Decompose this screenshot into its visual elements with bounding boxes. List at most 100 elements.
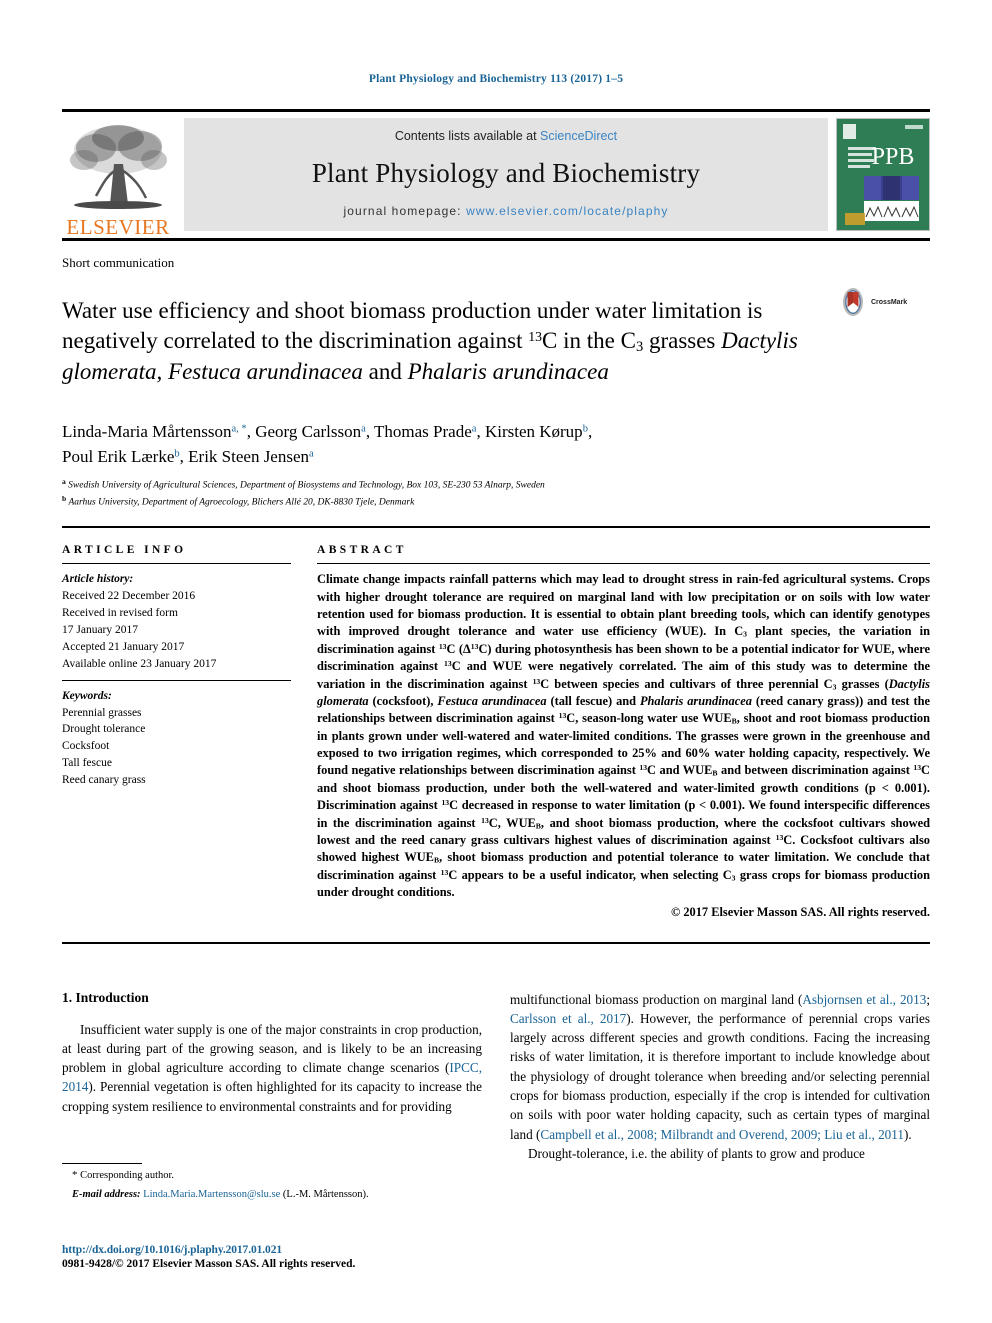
abs-seg: C, WUE	[488, 815, 536, 830]
history-item: Received 22 December 2016	[62, 590, 196, 603]
intro-text: Insufficient water supply is one of the …	[62, 1021, 482, 1076]
svg-text:PPB: PPB	[872, 144, 915, 170]
history-item: 17 January 2017	[62, 623, 139, 636]
corresponding-author-note: * Corresponding author.	[62, 1167, 468, 1184]
abstract-rule	[317, 563, 930, 565]
affiliation-marker-a: a	[62, 476, 66, 486]
abs-seg: grasses (	[836, 676, 889, 691]
abstract-body: Climate change impacts rainfall patterns…	[317, 571, 930, 901]
keywords-rule	[62, 679, 291, 681]
intro-text: ).	[903, 1126, 912, 1142]
body-left-column: 1. Introduction Insufficient water suppl…	[62, 990, 482, 1163]
abs-sup: 13	[481, 815, 489, 825]
affiliation-b: b Aarhus University, Department of Agroe…	[62, 493, 930, 510]
abs-seg: and between discrimination against	[717, 763, 914, 778]
abs-seg: C between species and cultivars of three…	[540, 676, 833, 691]
title-species-2: Phalaris arundinacea	[407, 359, 609, 385]
crossmark-icon	[843, 288, 863, 316]
keyword-item: Tall fescue	[62, 757, 112, 770]
email-label: E-mail address:	[72, 1188, 141, 1200]
intro-text: multifunctional biomass production on ma…	[510, 991, 803, 1007]
abs-sup: 13	[444, 659, 452, 669]
title-segment-3: grasses	[643, 328, 722, 354]
crossmark-label: CrossMark	[871, 298, 908, 306]
citation-link[interactable]: Carlsson et al., 2017	[510, 1011, 626, 1026]
journal-homepage-link[interactable]: www.elsevier.com/locate/plaphy	[466, 204, 668, 218]
intro-paragraph-2: Drought-tolerance, i.e. the ability of p…	[528, 1145, 865, 1161]
affiliation-a: a Swedish University of Agricultural Sci…	[62, 476, 930, 493]
abs-seg: C and WUE	[647, 763, 713, 778]
page-title: Water use efficiency and shoot biomass p…	[62, 296, 838, 387]
abstract-bottom-rule	[62, 941, 930, 944]
article-history-block: Article history: Received 22 December 20…	[62, 571, 291, 672]
email-link[interactable]: Linda.Maria.Martensson@slu.se	[143, 1189, 280, 1200]
abstract-copyright: © 2017 Elsevier Masson SAS. All rights r…	[670, 904, 930, 919]
article-type-label: Short communication	[62, 255, 175, 270]
intro-paragraph-left: Insufficient water supply is one of the …	[62, 1020, 482, 1116]
affiliation-a-text: Swedish University of Agricultural Scien…	[68, 480, 545, 491]
abs-sup: 13	[913, 763, 922, 773]
abs-seg: (tall fescue) and	[546, 693, 640, 708]
abs-species: Phalaris arundinacea	[639, 693, 752, 708]
author-name: Poul Erik Lærke	[62, 446, 175, 466]
author-list: Linda-Maria Mårtenssona, *, Georg Carlss…	[62, 421, 593, 466]
corresponding-author-text: Corresponding author.	[80, 1170, 175, 1181]
keyword-item: Reed canary grass	[62, 774, 146, 787]
title-superscript-13: 13	[528, 329, 543, 345]
affiliations: a Swedish University of Agricultural Sci…	[62, 476, 930, 510]
journal-cover-thumbnail[interactable]: PPB	[836, 118, 930, 231]
crossmark-badge[interactable]: CrossMark	[838, 281, 930, 317]
author-name: Linda-Maria Mårtensson	[62, 421, 232, 441]
citation-link[interactable]: Asbjornsen et al., 2013	[802, 992, 926, 1007]
abs-species: Festuca arundinacea	[437, 693, 547, 708]
journal-band: Contents lists available at ScienceDirec…	[184, 118, 828, 231]
body-columns: 1. Introduction Insufficient water suppl…	[62, 990, 930, 1163]
citation-link[interactable]: Campbell et al., 2008; Milbrandt and Ove…	[540, 1127, 904, 1142]
doi-link[interactable]: http://dx.doi.org/10.1016/j.plaphy.2017.…	[62, 1244, 542, 1256]
intro-paragraph-right: multifunctional biomass production on ma…	[510, 990, 930, 1144]
title-segment-2: C in the C	[542, 328, 636, 354]
abs-sup: 13	[438, 641, 447, 651]
contents-prefix: Contents lists available at	[394, 129, 541, 143]
title-row: Water use efficiency and shoot biomass p…	[62, 281, 930, 403]
elsevier-wordmark: ELSEVIER	[66, 215, 170, 239]
author-affil-marker: a	[309, 448, 314, 460]
email-note: E-mail address: Linda.Maria.Martensson@s…	[62, 1187, 468, 1203]
title-segment-4: and	[362, 359, 408, 385]
history-item: Accepted 21 January 2017	[62, 640, 185, 653]
journal-masthead: ELSEVIER Contents lists available at Sci…	[62, 112, 930, 238]
article-info-rule	[62, 563, 291, 565]
keyword-item: Perennial grasses	[62, 706, 142, 719]
keyword-item: Cocksfoot	[62, 740, 110, 753]
history-item: Available online 23 January 2017	[62, 657, 217, 670]
keywords-block: Keywords: Perennial grasses Drought tole…	[62, 688, 291, 789]
running-head: Plant Physiology and Biochemistry 113 (2…	[368, 73, 624, 85]
article-history-label: Article history:	[62, 573, 134, 586]
abs-seg: C, season-long water use WUE	[566, 711, 732, 726]
section-heading-introduction: 1. Introduction	[62, 989, 149, 1005]
history-item: Received in revised form	[62, 607, 178, 620]
abs-sup: 13	[639, 763, 648, 773]
author-affil-marker: a	[361, 423, 366, 435]
article-info-heading: ARTICLE INFO	[62, 544, 187, 557]
info-top-rule	[62, 526, 930, 529]
info-abstract-section: ARTICLE INFO Article history: Received 2…	[62, 544, 930, 919]
abs-seg: (cocksfoot),	[368, 693, 438, 708]
footer-block: http://dx.doi.org/10.1016/j.plaphy.2017.…	[62, 1244, 542, 1270]
sciencedirect-link[interactable]: ScienceDirect	[540, 129, 617, 143]
affiliation-b-text: Aarhus University, Department of Agroeco…	[68, 497, 415, 508]
article-first-page: Plant Physiology and Biochemistry 113 (2…	[0, 0, 992, 1323]
abstract-column: ABSTRACT Climate change impacts rainfall…	[317, 544, 930, 919]
issn-copyright: 0981-9428/© 2017 Elsevier Masson SAS. Al…	[62, 1258, 356, 1270]
journal-homepage-line: journal homepage: www.elsevier.com/locat…	[344, 204, 669, 218]
elsevier-logo: ELSEVIER	[62, 112, 174, 238]
elsevier-tree-icon	[66, 120, 170, 216]
abs-sup: 13	[441, 798, 450, 808]
abs-seg: C appears to be a useful indicator, when…	[448, 867, 732, 882]
footnote-block: * Corresponding author. E-mail address: …	[62, 1163, 468, 1203]
author-affil-marker: b	[174, 448, 180, 460]
footnote-rule	[62, 1163, 142, 1164]
abs-seg: C (Δ	[446, 641, 471, 656]
author-name: Kirsten Kørup	[484, 421, 583, 441]
asterisk-icon: *	[72, 1169, 78, 1181]
